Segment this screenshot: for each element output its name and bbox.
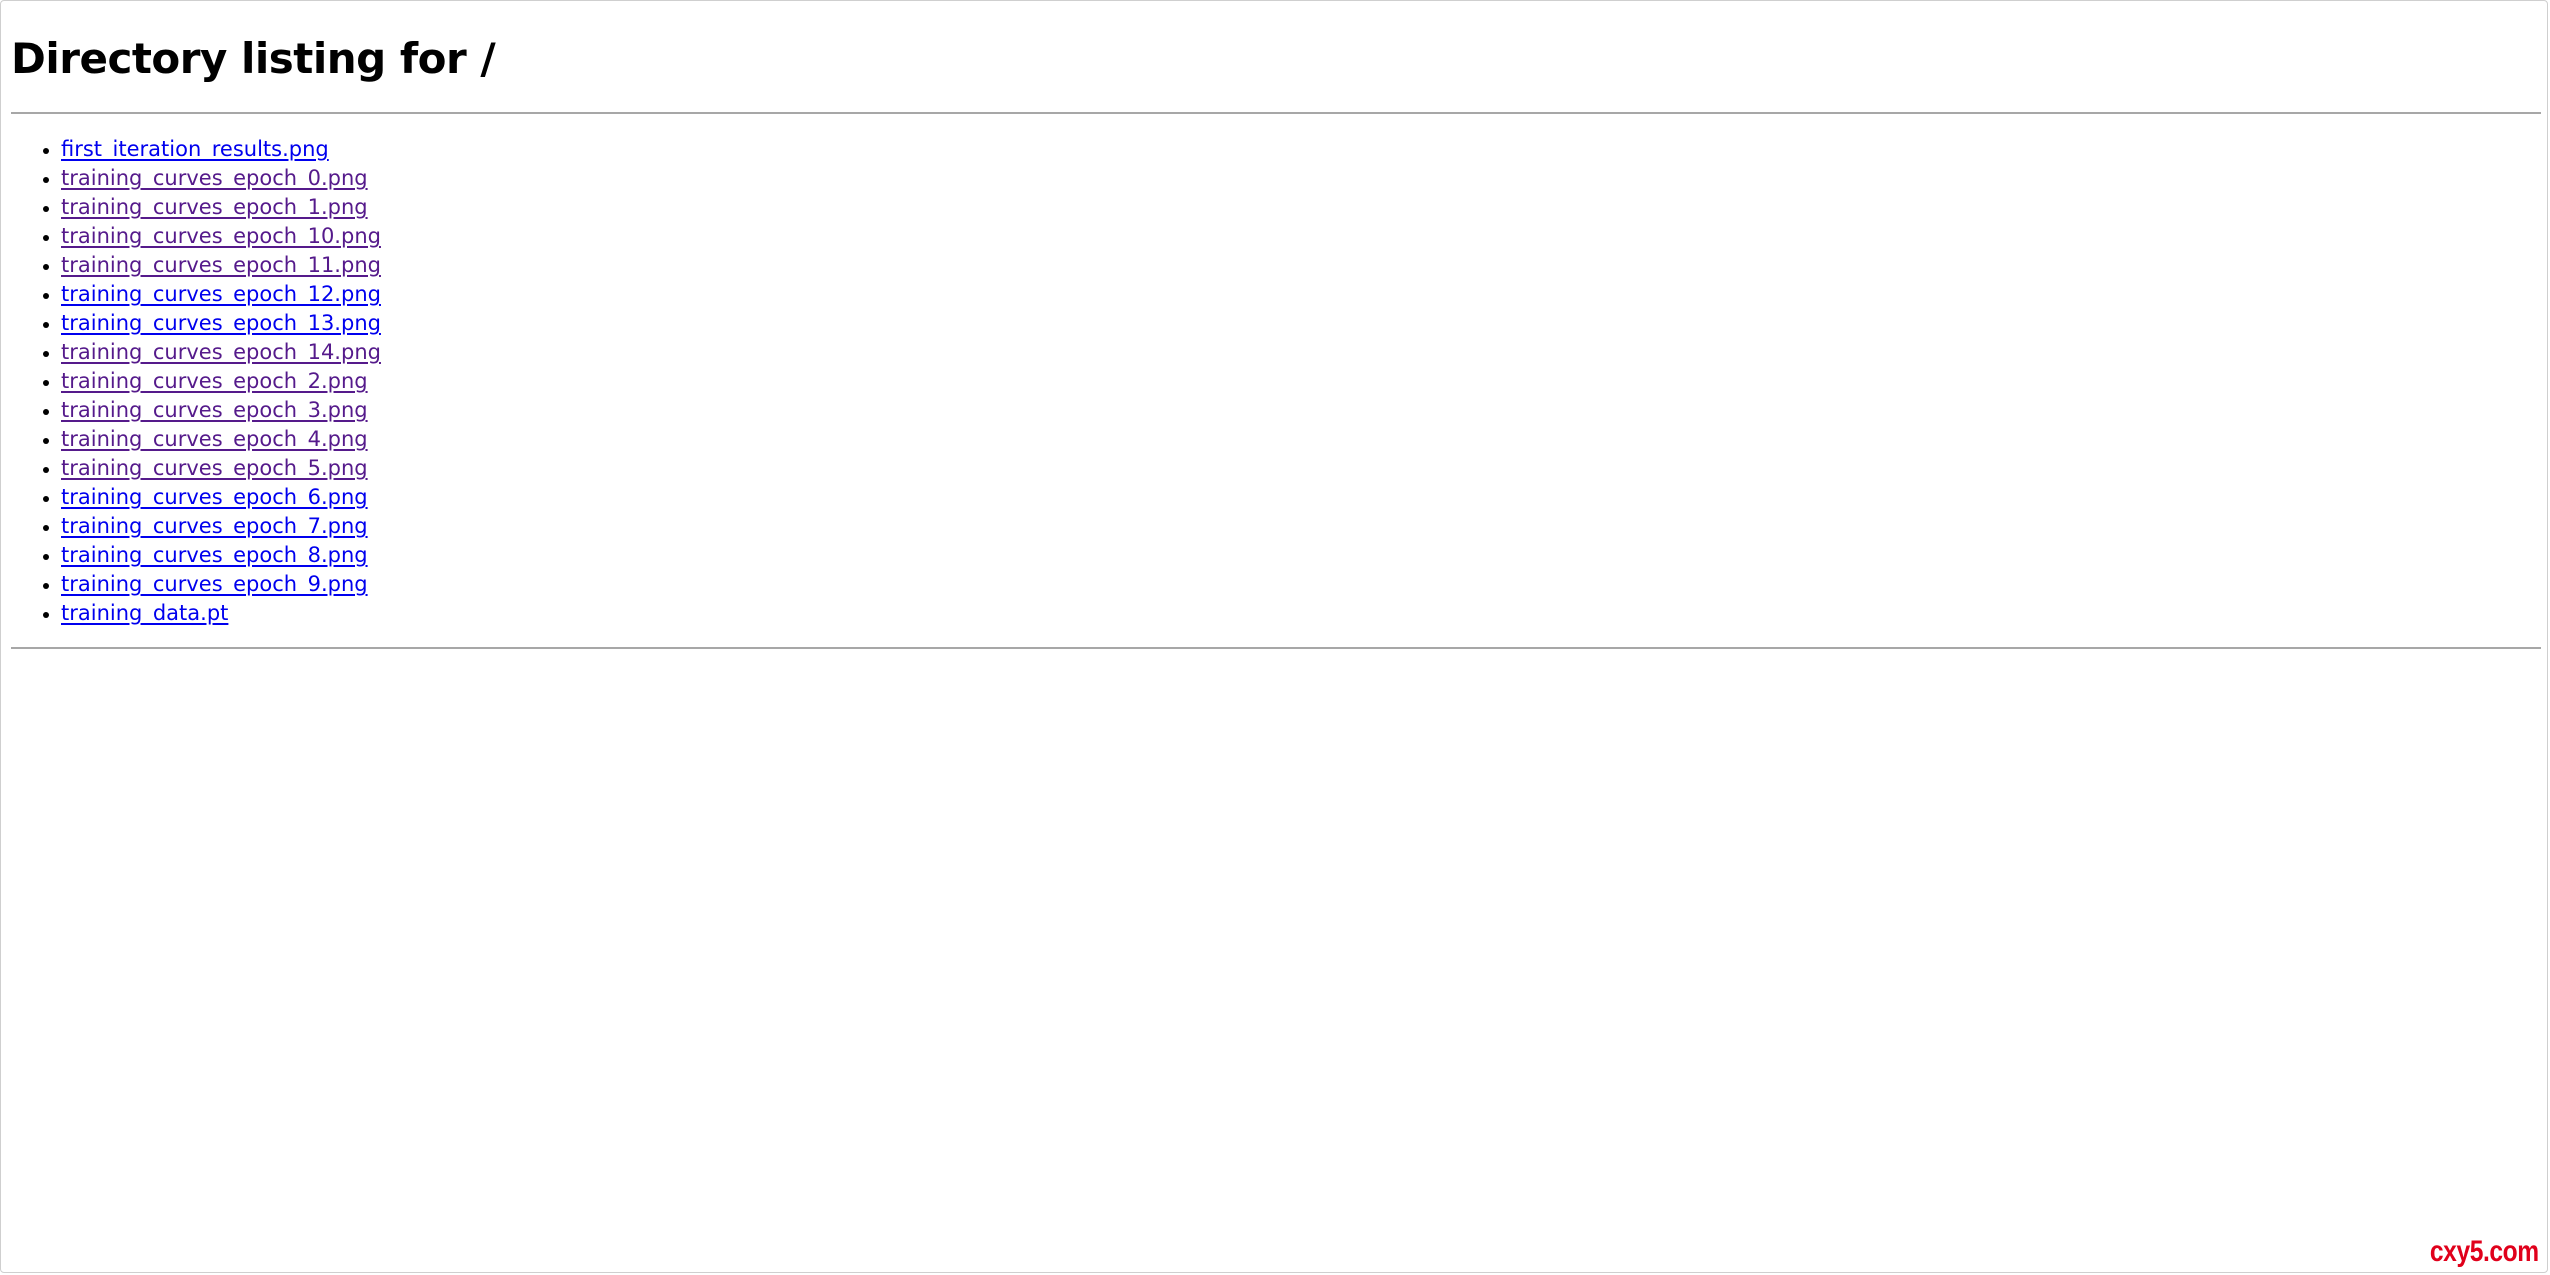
list-item: training_curves_epoch_5.png [61,454,381,483]
list-item: training_curves_epoch_3.png [61,396,381,425]
list-item: training_curves_epoch_14.png [61,338,381,367]
list-item: training_curves_epoch_6.png [61,483,381,512]
file-link[interactable]: training_curves_epoch_6.png [61,485,368,509]
file-link[interactable]: training_data.pt [61,601,228,625]
file-link[interactable]: training_curves_epoch_8.png [61,543,368,567]
file-list: first_iteration_results.png training_curv… [11,135,381,628]
list-item: training_curves_epoch_10.png [61,222,381,251]
list-item: first_iteration_results.png [61,135,381,164]
file-link[interactable]: training_curves_epoch_10.png [61,224,381,248]
page-title: Directory listing for / [11,34,496,83]
file-link[interactable]: training_curves_epoch_14.png [61,340,381,364]
list-item: training_curves_epoch_1.png [61,193,381,222]
file-link[interactable]: training_curves_epoch_2.png [61,369,368,393]
list-item: training_curves_epoch_11.png [61,251,381,280]
file-link[interactable]: training_curves_epoch_5.png [61,456,368,480]
list-item: training_curves_epoch_9.png [61,570,381,599]
list-item: training_curves_epoch_4.png [61,425,381,454]
file-link[interactable]: first_iteration_results.png [61,137,329,161]
list-item: training_curves_epoch_8.png [61,541,381,570]
file-link[interactable]: training_curves_epoch_3.png [61,398,368,422]
list-item: training_curves_epoch_2.png [61,367,381,396]
browser-viewport: Directory listing for / first_iteration_… [0,0,2548,1273]
file-link[interactable]: training_curves_epoch_13.png [61,311,381,335]
file-link[interactable]: training_curves_epoch_1.png [61,195,368,219]
watermark-logo: cxy5.com [2430,1235,2539,1268]
list-item: training_curves_epoch_0.png [61,164,381,193]
top-divider [11,112,2541,114]
file-link[interactable]: training_curves_epoch_9.png [61,572,368,596]
list-item: training_curves_epoch_13.png [61,309,381,338]
file-link[interactable]: training_curves_epoch_0.png [61,166,368,190]
list-item: training_curves_epoch_7.png [61,512,381,541]
bottom-divider [11,647,2541,649]
file-link[interactable]: training_curves_epoch_4.png [61,427,368,451]
file-link[interactable]: training_curves_epoch_11.png [61,253,381,277]
file-link[interactable]: training_curves_epoch_7.png [61,514,368,538]
file-link[interactable]: training_curves_epoch_12.png [61,282,381,306]
list-item: training_data.pt [61,599,381,628]
list-item: training_curves_epoch_12.png [61,280,381,309]
